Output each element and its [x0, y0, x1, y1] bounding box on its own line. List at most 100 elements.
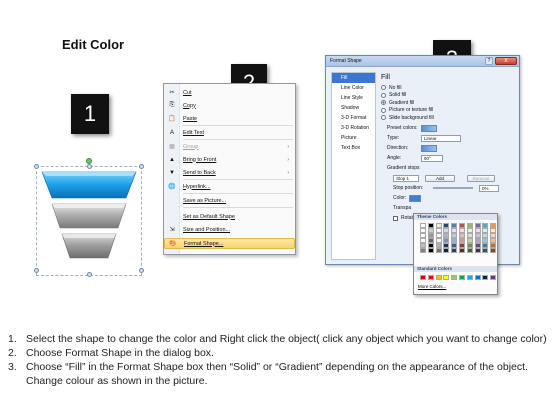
stop-position-slider[interactable] — [433, 187, 473, 189]
theme-color-swatch[interactable] — [451, 248, 458, 253]
menu-item-save-as-picture[interactable]: Save as Picture... — [164, 195, 295, 206]
nav-item-3d-rotation[interactable]: 3-D Rotation — [332, 123, 375, 133]
format-shape-icon: 🎨 — [169, 241, 177, 247]
type-select[interactable]: Linear — [421, 134, 461, 142]
radio-slide-background-fill[interactable]: Slide background fill — [381, 114, 515, 122]
transparency-label: Transpa — [393, 205, 412, 211]
funnel-shape-selection[interactable] — [34, 158, 144, 278]
menu-separator — [183, 193, 293, 194]
submenu-arrow-icon: › — [287, 169, 289, 176]
radio-solid-fill[interactable]: Solid fill — [381, 92, 515, 100]
theme-color-swatch[interactable] — [474, 248, 481, 253]
nav-item-line-style[interactable]: Line Style — [332, 93, 375, 103]
menu-item-format-shape[interactable]: 🎨 Format Shape... — [164, 238, 295, 249]
theme-color-swatch[interactable] — [466, 248, 473, 253]
standard-color-swatch[interactable] — [474, 275, 481, 280]
paste-icon: 📋 — [168, 116, 176, 122]
instruction-item: 3. Choose “Fill” in the Format Shape box … — [8, 361, 528, 387]
nav-item-line-color[interactable]: Line Color — [332, 83, 375, 93]
menu-separator — [183, 179, 293, 180]
standard-colors-grid — [420, 275, 497, 280]
step-badge-1: 1 — [71, 94, 109, 134]
angle-input[interactable]: 90° — [421, 154, 443, 162]
stop-position-input[interactable]: 0% — [479, 184, 499, 192]
nav-item-picture[interactable]: Picture — [332, 133, 375, 143]
size-position-icon: ⇲ — [169, 227, 175, 233]
resize-handle[interactable] — [87, 272, 92, 277]
resize-handle[interactable] — [87, 164, 92, 169]
instructions-list: 1. Select the shape to change the color a… — [8, 332, 556, 388]
standard-color-swatch[interactable] — [458, 275, 465, 280]
standard-color-swatch[interactable] — [443, 275, 450, 280]
angle-label: Angle: — [387, 155, 402, 161]
resize-handle[interactable] — [139, 268, 144, 273]
add-stop-button[interactable]: Add — [425, 174, 455, 182]
resize-handle[interactable] — [139, 164, 144, 169]
menu-item-group[interactable]: ▦ Group › — [164, 141, 295, 152]
submenu-arrow-icon: › — [287, 143, 289, 150]
menu-separator — [183, 125, 293, 126]
menu-item-copy[interactable]: ⎘ Copy — [164, 100, 295, 111]
standard-color-swatch[interactable] — [427, 275, 434, 280]
standard-color-swatch[interactable] — [466, 275, 473, 280]
radio-gradient-fill[interactable]: Gradient fill — [381, 99, 515, 107]
dialog-nav: Fill Line Color Line Style Shadow 3-D Fo… — [331, 72, 376, 260]
scissors-icon: ✂ — [169, 90, 175, 96]
nav-item-text-box[interactable]: Text Box — [332, 143, 375, 153]
menu-item-bring-to-front[interactable]: ▲ Bring to Front › — [164, 154, 295, 165]
nav-item-fill[interactable]: Fill — [332, 73, 375, 83]
menu-item-cut[interactable]: ✂ Cut — [164, 87, 295, 98]
submenu-arrow-icon: › — [287, 156, 289, 163]
preset-colors-button[interactable] — [421, 124, 437, 132]
radio-no-fill[interactable]: No fill — [381, 84, 515, 92]
standard-color-swatch[interactable] — [435, 275, 442, 280]
type-label: Type: — [387, 135, 400, 141]
menu-item-send-to-back[interactable]: ▼ Send to Back › — [164, 167, 295, 178]
close-button[interactable]: X — [495, 57, 517, 65]
standard-color-swatch[interactable] — [420, 275, 426, 280]
resize-handle[interactable] — [34, 268, 39, 273]
menu-item-hyperlink[interactable]: 🌐 Hyperlink... — [164, 181, 295, 192]
standard-colors-heading: Standard Colors — [414, 266, 497, 272]
menu-separator — [183, 139, 293, 140]
menu-item-size-and-position[interactable]: ⇲ Size and Position... — [164, 224, 295, 235]
context-menu: ✂ Cut ⎘ Copy 📋 Paste A Edit Text ▦ Group › ▲ Br… — [163, 83, 296, 255]
bring-to-front-icon: ▲ — [169, 156, 175, 163]
standard-color-swatch[interactable] — [482, 275, 489, 280]
theme-color-swatch[interactable] — [482, 248, 489, 253]
menu-item-set-default-shape[interactable]: Set as Default Shape — [164, 211, 295, 222]
remove-stop-button[interactable]: Remove — [467, 174, 495, 182]
theme-color-swatch[interactable] — [443, 248, 450, 253]
stop-position-label: Stop position: — [393, 185, 424, 191]
copy-icon: ⎘ — [169, 102, 175, 108]
funnel-graphic[interactable] — [36, 158, 144, 278]
instruction-item: 1. Select the shape to change the color a… — [8, 333, 547, 345]
group-icon: ▦ — [169, 144, 175, 150]
standard-color-swatch[interactable] — [490, 275, 497, 280]
theme-color-swatch[interactable] — [458, 248, 465, 253]
direction-label: Direction: — [387, 145, 409, 151]
help-button[interactable]: ? — [485, 57, 493, 65]
menu-item-paste[interactable]: 📋 Paste — [164, 113, 295, 124]
theme-color-swatch[interactable] — [420, 248, 426, 253]
radio-picture-fill[interactable]: Picture or texture fill — [381, 107, 515, 115]
more-colors-link[interactable]: More Colors... — [418, 284, 446, 289]
color-picker-button[interactable] — [409, 194, 421, 202]
standard-color-swatch[interactable] — [451, 275, 458, 280]
stop-select[interactable]: Stop 1 — [393, 174, 419, 182]
theme-color-swatch[interactable] — [427, 248, 434, 253]
instruction-item: 2. Choose Format Shape in the dialog box. — [8, 347, 214, 359]
theme-colors-heading: Theme Colors — [414, 214, 497, 220]
nav-item-shadow[interactable]: Shadow — [332, 103, 375, 113]
preset-colors-label: Preset colors: — [387, 125, 418, 131]
direction-button[interactable] — [421, 144, 437, 152]
theme-colors-grid — [420, 223, 497, 253]
resize-handle[interactable] — [34, 164, 39, 169]
theme-color-swatch[interactable] — [435, 248, 442, 253]
menu-item-edit-text[interactable]: A Edit Text — [164, 127, 295, 138]
theme-color-swatch[interactable] — [490, 248, 497, 253]
rotate-checkbox[interactable] — [393, 215, 398, 221]
globe-icon: 🌐 — [168, 184, 176, 190]
edit-text-icon: A — [169, 129, 174, 136]
nav-item-3d-format[interactable]: 3-D Format — [332, 113, 375, 123]
